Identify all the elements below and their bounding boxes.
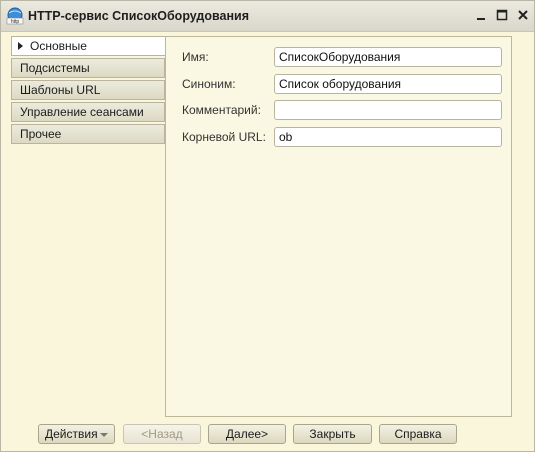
- window-title: HTTP-сервис СписокОборудования: [28, 9, 249, 23]
- actions-dropdown-button[interactable]: Действия: [38, 424, 115, 444]
- tab-url-templates[interactable]: Шаблоны URL: [11, 80, 165, 100]
- comment-field[interactable]: [274, 100, 502, 120]
- close-icon: [518, 10, 528, 20]
- tab-label: Основные: [30, 39, 87, 53]
- title-bar[interactable]: http HTTP-сервис СписокОборудования: [1, 1, 534, 32]
- minimize-icon: [477, 18, 485, 20]
- chevron-down-icon: [100, 433, 108, 437]
- tab-list: Основные Подсистемы Шаблоны URL Управлен…: [11, 36, 166, 417]
- tab-session-management[interactable]: Управление сеансами: [11, 102, 165, 122]
- synonym-label: Синоним:: [182, 77, 236, 91]
- tab-subsystems[interactable]: Подсистемы: [11, 58, 165, 78]
- synonym-field[interactable]: Список оборудования: [274, 74, 502, 94]
- minimize-button[interactable]: [472, 6, 490, 24]
- tab-active-arrow-icon: [18, 42, 23, 50]
- svg-text:http: http: [11, 19, 20, 25]
- close-label: Закрыть: [309, 427, 356, 441]
- http-globe-icon: http: [6, 7, 24, 25]
- help-label: Справка: [394, 427, 442, 441]
- tab-other[interactable]: Прочее: [11, 124, 165, 144]
- close-window-button[interactable]: [514, 6, 532, 24]
- tab-content-panel: Имя: СписокОборудования Синоним: Список …: [165, 36, 512, 417]
- tab-label: Прочее: [20, 127, 62, 141]
- actions-label: Действия: [45, 427, 98, 441]
- maximize-button[interactable]: [493, 6, 511, 24]
- name-field[interactable]: СписокОборудования: [274, 47, 502, 67]
- next-button[interactable]: Далее>: [208, 424, 286, 444]
- comment-label: Комментарий:: [182, 103, 261, 117]
- close-button[interactable]: Закрыть: [293, 424, 372, 444]
- tab-label: Управление сеансами: [20, 105, 144, 119]
- back-label: <Назад: [141, 427, 183, 441]
- tab-main[interactable]: Основные: [11, 36, 166, 56]
- name-label: Имя:: [182, 50, 209, 64]
- root-url-field[interactable]: ob: [274, 127, 502, 147]
- root-url-label: Корневой URL:: [182, 130, 266, 144]
- back-button[interactable]: <Назад: [123, 424, 201, 444]
- next-label: Далее>: [225, 427, 269, 441]
- help-button[interactable]: Справка: [379, 424, 457, 444]
- tab-label: Шаблоны URL: [20, 83, 101, 97]
- tab-label: Подсистемы: [20, 61, 90, 75]
- maximize-icon: [496, 9, 508, 21]
- window: http HTTP-сервис СписокОборудования Осно…: [0, 0, 535, 452]
